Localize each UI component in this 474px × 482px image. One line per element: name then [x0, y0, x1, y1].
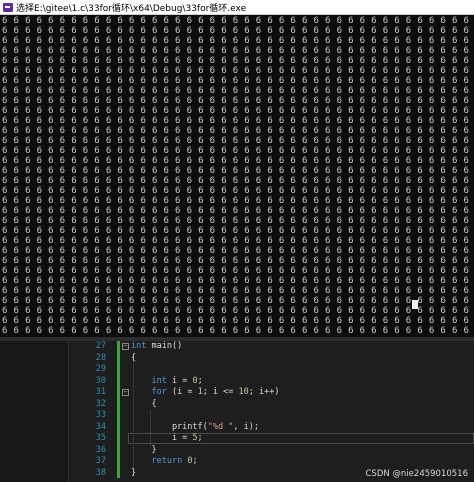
- code-line[interactable]: [131, 410, 279, 422]
- line-number: 36: [95, 444, 106, 455]
- line-number: 29: [95, 364, 106, 374]
- console-row: 6 6 6 6 6 6 6 6 6 6 6 6 6 6 6 6 6 6 6 6 …: [2, 156, 470, 166]
- code-token: ;: [192, 456, 198, 466]
- console-row: 6 6 6 6 6 6 6 6 6 6 6 6 6 6 6 6 6 6 6 6 …: [2, 16, 470, 26]
- line-number: 35: [95, 433, 106, 443]
- code-token: , i);: [233, 421, 259, 432]
- line-number: 28: [95, 352, 106, 363]
- console-row: 6 6 6 6 6 6 6 6 6 6 6 6 6 6 6 6 6 6 6 6 …: [2, 166, 470, 176]
- code-token: {: [131, 352, 137, 363]
- code-token: ;: [197, 375, 203, 386]
- code-token: i =: [131, 433, 193, 443]
- console-row: 6 6 6 6 6 6 6 6 6 6 6 6 6 6 6 6 6 6 6 6 …: [2, 186, 470, 196]
- code-line[interactable]: return 0;: [131, 456, 279, 468]
- console-row: 6 6 6 6 6 6 6 6 6 6 6 6 6 6 6 6 6 6 6 6 …: [2, 26, 470, 36]
- code-token: }: [131, 444, 157, 455]
- change-tracking-bar: [117, 341, 120, 478]
- editor-left-margin: [0, 341, 70, 482]
- console-row: 6 6 6 6 6 6 6 6 6 6 6 6 6 6 6 6 6 6 6 6 …: [2, 226, 470, 236]
- line-number: 32: [95, 398, 106, 409]
- line-numbers: 27 28 29 30 31 32 33 34 35 36 37 38: [88, 341, 106, 479]
- line-number: 38: [95, 467, 106, 478]
- code-line[interactable]: printf("%d ", i);: [131, 422, 279, 434]
- console-row: 6 6 6 6 6 6 6 6 6 6 6 6 6 6 6 6 6 6 6 6 …: [2, 236, 470, 246]
- code-token: ; i <=: [202, 387, 239, 397]
- line-number: 37: [95, 456, 106, 466]
- code-token: for: [151, 387, 167, 397]
- code-line[interactable]: {: [131, 399, 279, 411]
- code-token: (i =: [166, 387, 198, 397]
- console-row: 6 6 6 6 6 6 6 6 6 6 6 6 6 6 6 6 6 6 6 6 …: [2, 256, 470, 266]
- code-line[interactable]: }: [131, 445, 279, 457]
- code-token: ;: [197, 433, 203, 443]
- code-token: printf(: [131, 421, 208, 432]
- console-row: 6 6 6 6 6 6 6 6 6 6 6 6 6 6 6 6 6 6 6 6 …: [2, 36, 470, 46]
- console-row: 6 6 6 6 6 6 6 6 6 6 6 6 6 6 6 6 6 6 6 6 …: [2, 206, 470, 216]
- watermark: CSDN @nie2459010516: [365, 469, 469, 479]
- code-line[interactable]: [131, 364, 279, 376]
- code-editor[interactable]: 27 28 29 30 31 32 33 34 35 36 37 38 − − int main(){…: [0, 341, 474, 482]
- console-row: 6 6 6 6 6 6 6 6 6 6 6 6 6 6 6 6 6 6 6 6 …: [2, 266, 470, 276]
- console-row: 6 6 6 6 6 6 6 6 6 6 6 6 6 6 6 6 6 6 6 6 …: [2, 146, 470, 156]
- code-token: 10: [238, 387, 249, 397]
- console-row: 6 6 6 6 6 6 6 6 6 6 6 6 6 6 6 6 6 6 6 6 …: [2, 246, 470, 256]
- console-row: 6 6 6 6 6 6 6 6 6 6 6 6 6 6 6 6 6 6 6 6 …: [2, 96, 470, 106]
- console-row: 6 6 6 6 6 6 6 6 6 6 6 6 6 6 6 6 6 6 6 6 …: [2, 176, 470, 186]
- code-token: main(): [146, 341, 183, 351]
- console-row: 6 6 6 6 6 6 6 6 6 6 6 6 6 6 6 6 6 6 6 6 …: [2, 296, 470, 306]
- console-row: 6 6 6 6 6 6 6 6 6 6 6 6 6 6 6 6 6 6 6 6 …: [2, 286, 470, 296]
- console-app-icon: [3, 2, 13, 12]
- console-row: 6 6 6 6 6 6 6 6 6 6 6 6 6 6 6 6 6 6 6 6 …: [2, 136, 470, 146]
- code-token: ; i++): [248, 387, 280, 397]
- line-number: 34: [95, 421, 106, 432]
- fold-main-icon[interactable]: −: [122, 343, 129, 350]
- console-row: 6 6 6 6 6 6 6 6 6 6 6 6 6 6 6 6 6 6 6 6 …: [2, 326, 470, 336]
- code-token: "%d ": [207, 421, 234, 432]
- fold-for-icon[interactable]: −: [122, 389, 129, 396]
- console-row: 6 6 6 6 6 6 6 6 6 6 6 6 6 6 6 6 6 6 6 6 …: [2, 306, 470, 316]
- line-number: 31: [95, 387, 106, 397]
- window-title: 选择E:\gitee\1.c\33for循环\x64\Debug\33for循环…: [16, 3, 247, 14]
- line-number: 30: [95, 375, 106, 386]
- code-line[interactable]: int main(): [131, 341, 279, 353]
- console-row: 6 6 6 6 6 6 6 6 6 6 6 6 6 6 6 6 6 6 6 6 …: [2, 46, 470, 56]
- console-output[interactable]: 6 6 6 6 6 6 6 6 6 6 6 6 6 6 6 6 6 6 6 6 …: [0, 15, 474, 337]
- console-title-bar[interactable]: 选择E:\gitee\1.c\33for循环\x64\Debug\33for循环…: [0, 0, 474, 15]
- console-row: 6 6 6 6 6 6 6 6 6 6 6 6 6 6 6 6 6 6 6 6 …: [2, 106, 470, 116]
- code-line[interactable]: int i = 0;: [131, 376, 279, 388]
- console-row: 6 6 6 6 6 6 6 6 6 6 6 6 6 6 6 6 6 6 6 6 …: [2, 276, 470, 286]
- console-row: 6 6 6 6 6 6 6 6 6 6 6 6 6 6 6 6 6 6 6 6 …: [2, 196, 470, 206]
- console-row: 6 6 6 6 6 6 6 6 6 6 6 6 6 6 6 6 6 6 6 6 …: [2, 76, 470, 86]
- code-area[interactable]: int main(){ int i = 0; for (i = 1; i <= …: [131, 341, 279, 479]
- code-line[interactable]: {: [131, 353, 279, 365]
- console-text: 6 6 6 6 6 6 6 6 6 6 6 6 6 6 6 6 6 6 6 6 …: [2, 16, 474, 336]
- console-row: 6 6 6 6 6 6 6 6 6 6 6 6 6 6 6 6 6 6 6 6 …: [2, 86, 470, 96]
- console-row: 6 6 6 6 6 6 6 6 6 6 6 6 6 6 6 6 6 6 6 6 …: [2, 56, 470, 66]
- console-row: 6 6 6 6 6 6 6 6 6 6 6 6 6 6 6 6 6 6 6 6 …: [2, 316, 470, 326]
- code-token: return: [151, 456, 183, 466]
- code-token: {: [131, 398, 157, 409]
- margin-divider: [68, 341, 69, 482]
- console-row: 6 6 6 6 6 6 6 6 6 6 6 6 6 6 6 6 6 6 6 6 …: [2, 126, 470, 136]
- console-row: 6 6 6 6 6 6 6 6 6 6 6 6 6 6 6 6 6 6 6 6 …: [2, 216, 470, 226]
- console-row: 6 6 6 6 6 6 6 6 6 6 6 6 6 6 6 6 6 6 6 6 …: [2, 66, 470, 76]
- code-line[interactable]: }: [131, 468, 279, 480]
- console-row: 6 6 6 6 6 6 6 6 6 6 6 6 6 6 6 6 6 6 6 6 …: [2, 116, 470, 126]
- code-token: int: [131, 341, 147, 351]
- code-token: i =: [166, 375, 193, 386]
- console-cursor: [412, 300, 418, 309]
- line-number: 27: [95, 341, 106, 351]
- code-line[interactable]: for (i = 1; i <= 10; i++): [131, 387, 279, 399]
- code-token: int: [151, 375, 167, 386]
- line-number: 33: [95, 410, 106, 420]
- code-line[interactable]: i = 5;: [131, 433, 279, 445]
- code-token: }: [131, 467, 137, 478]
